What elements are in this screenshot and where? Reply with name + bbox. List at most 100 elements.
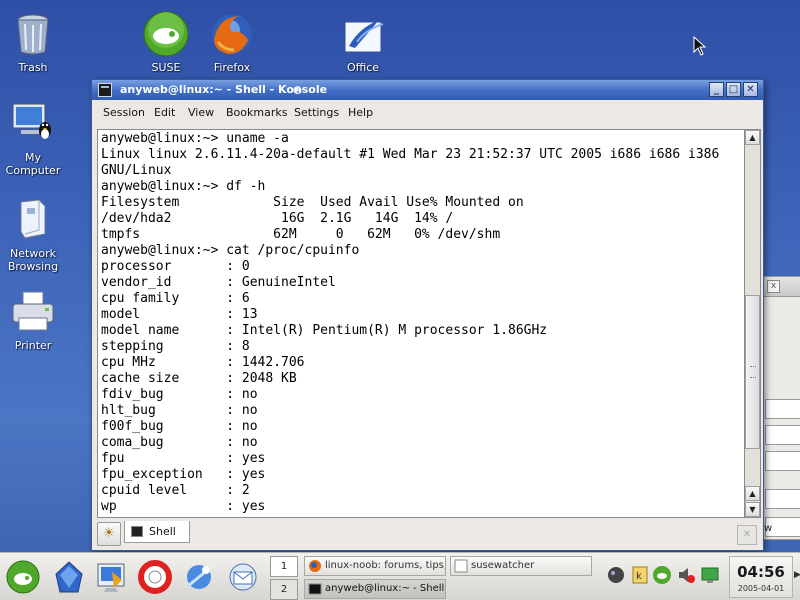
desktop-icon-office[interactable]: Office bbox=[324, 10, 402, 74]
background-window-field[interactable] bbox=[765, 425, 800, 445]
shell-tab-icon bbox=[131, 526, 143, 537]
desktop-icon-label: Office bbox=[346, 61, 380, 74]
konsole-icon[interactable] bbox=[98, 83, 112, 97]
office-icon bbox=[344, 20, 384, 53]
minimize-button[interactable]: _ bbox=[709, 82, 724, 97]
terminal-line: stepping : 8 bbox=[101, 339, 250, 354]
terminal-line: fdiv_bug : no bbox=[101, 387, 258, 402]
task-label: linux-noob: forums, tips, bbox=[325, 560, 446, 571]
kde-wizard-icon[interactable] bbox=[180, 558, 218, 596]
terminal-line: fpu_exception : yes bbox=[101, 467, 266, 482]
terminal-line: Linux linux 2.6.11.4-20a-default #1 Wed … bbox=[101, 147, 720, 162]
task-konsole[interactable]: anyweb@linux:~ - Shell bbox=[304, 579, 446, 599]
close-tab-button[interactable]: ✕ bbox=[737, 525, 757, 545]
background-window[interactable]: x w bbox=[760, 276, 800, 540]
terminal-line: anyweb@linux:~> uname -a bbox=[101, 131, 289, 146]
computer-icon bbox=[12, 103, 51, 139]
scroll-up-button-lower[interactable]: ▲ bbox=[745, 486, 760, 501]
scroll-down-button[interactable]: ▼ bbox=[745, 502, 760, 517]
terminal-line: model : 13 bbox=[101, 307, 258, 322]
terminal-line: model name : Intel(R) Pentium(R) M proce… bbox=[101, 323, 548, 338]
new-tab-button[interactable]: ☀ bbox=[97, 522, 121, 546]
terminal-line: coma_bug : no bbox=[101, 435, 258, 450]
tray-display-icon[interactable] bbox=[700, 565, 720, 585]
desktop-icon-label: Trash bbox=[18, 61, 48, 74]
panel-arrow-icon[interactable]: ▶ bbox=[794, 570, 800, 580]
menu-view[interactable]: View bbox=[188, 106, 214, 119]
terminal-line: anyweb@linux:~> cat /proc/cpuinfo bbox=[101, 243, 360, 258]
konsole-window[interactable]: anyweb@linux:~ - Shell - Konsole ⊛ _ □ ✕… bbox=[91, 79, 764, 551]
background-window-field[interactable] bbox=[765, 451, 800, 471]
desktop-icon-label: My Computer bbox=[5, 151, 61, 177]
terminal-line: cache size : 2048 KB bbox=[101, 371, 297, 386]
terminal-line: f00f_bug : no bbox=[101, 419, 258, 434]
desktop-icon-trash[interactable]: Trash bbox=[0, 10, 72, 74]
menu-session[interactable]: Session bbox=[103, 106, 145, 119]
home-icon[interactable] bbox=[50, 558, 88, 596]
terminal-line: hlt_bug : no bbox=[101, 403, 258, 418]
svg-text:k: k bbox=[636, 571, 642, 582]
desktop-icon-my-computer[interactable]: My Computer bbox=[0, 100, 72, 177]
terminal-line: wp : yes bbox=[101, 499, 266, 514]
mail-icon[interactable] bbox=[224, 558, 262, 596]
suse-icon bbox=[143, 11, 189, 57]
desktop-icon-label: Printer bbox=[14, 339, 52, 352]
desktop-icon-label: Network Browsing bbox=[7, 247, 59, 273]
terminal-line: anyweb@linux:~> df -h bbox=[101, 179, 266, 194]
desktop-icon-network-browsing[interactable]: Network Browsing bbox=[0, 196, 72, 273]
scroll-up-button[interactable]: ▲ bbox=[745, 130, 760, 145]
scroll-thumb[interactable] bbox=[745, 295, 760, 449]
terminal-area[interactable]: anyweb@linux:~> uname -a Linux linux 2.6.… bbox=[97, 129, 745, 518]
tray-klipper-icon[interactable]: k bbox=[630, 565, 650, 585]
taskbar: 1 2 linux-noob: forums, tips, susewatche… bbox=[0, 552, 800, 600]
tab-shell[interactable]: Shell bbox=[124, 521, 190, 543]
terminal-line: cpu MHz : 1442.706 bbox=[101, 355, 305, 370]
menu-bookmarks[interactable]: Bookmarks bbox=[226, 106, 287, 119]
task-susewatcher[interactable]: susewatcher bbox=[450, 556, 592, 576]
pager-desktop-2[interactable]: 2 bbox=[270, 579, 298, 600]
task-label: anyweb@linux:~ - Shell bbox=[325, 583, 445, 594]
trash-icon bbox=[17, 14, 49, 55]
task-firefox[interactable]: linux-noob: forums, tips, bbox=[304, 556, 446, 576]
window-icon bbox=[454, 559, 468, 573]
maximize-button[interactable]: □ bbox=[726, 82, 741, 97]
tab-label: Shell bbox=[149, 525, 176, 538]
window-titlebar[interactable]: anyweb@linux:~ - Shell - Konsole ⊛ _ □ ✕ bbox=[92, 80, 763, 100]
pager-desktop-1[interactable]: 1 bbox=[270, 556, 298, 577]
menu-edit[interactable]: Edit bbox=[154, 106, 175, 119]
close-icon[interactable]: x bbox=[767, 280, 780, 293]
help-icon[interactable] bbox=[136, 558, 174, 596]
menu-settings[interactable]: Settings bbox=[294, 106, 339, 119]
clock-time: 04:56 bbox=[737, 563, 785, 581]
clock[interactable]: 04:56 2005-04-01 bbox=[729, 556, 793, 598]
terminal-line: GNU/Linux bbox=[101, 163, 172, 178]
tray-suse-watcher-icon[interactable] bbox=[652, 565, 672, 585]
printer-icon bbox=[12, 291, 54, 331]
suse-menu-icon[interactable] bbox=[4, 558, 42, 596]
desktop-icon-firefox[interactable]: Firefox bbox=[193, 10, 271, 74]
background-window-label: w bbox=[764, 523, 773, 534]
terminal-line: Filesystem Size Used Avail Use% Mounted … bbox=[101, 195, 524, 210]
terminal-line: vendor_id : GenuineIntel bbox=[101, 275, 336, 290]
tray-volume-icon[interactable] bbox=[676, 565, 696, 585]
background-window-button[interactable] bbox=[765, 489, 800, 509]
terminal-line: /dev/hda2 16G 2.1G 14G 14% / bbox=[101, 211, 454, 226]
firefox-icon bbox=[309, 560, 321, 572]
control-center-icon[interactable] bbox=[92, 558, 130, 596]
vertical-scrollbar[interactable]: ▲ ▲ ▼ bbox=[745, 129, 761, 518]
session-tabbar: ☀ Shell ✕ bbox=[92, 520, 763, 550]
desktop-icon-label: Firefox bbox=[213, 61, 251, 74]
desktop-icon-printer[interactable]: Printer bbox=[0, 288, 72, 352]
background-window-field[interactable] bbox=[765, 399, 800, 419]
new-tab-icon: ☀ bbox=[103, 526, 115, 541]
terminal-output: anyweb@linux:~> uname -a Linux linux 2.6.… bbox=[98, 130, 744, 515]
terminal-line: processor : 0 bbox=[101, 259, 250, 274]
tray-network-icon[interactable] bbox=[606, 565, 626, 585]
close-button[interactable]: ✕ bbox=[743, 82, 758, 97]
firefox-icon bbox=[212, 14, 252, 54]
menu-help[interactable]: Help bbox=[348, 106, 373, 119]
sticky-icon[interactable]: ⊛ bbox=[290, 83, 305, 97]
terminal-line: fpu : yes bbox=[101, 451, 266, 466]
terminal-line: cpu family : 6 bbox=[101, 291, 250, 306]
desktop-pager: 1 2 bbox=[270, 555, 298, 600]
